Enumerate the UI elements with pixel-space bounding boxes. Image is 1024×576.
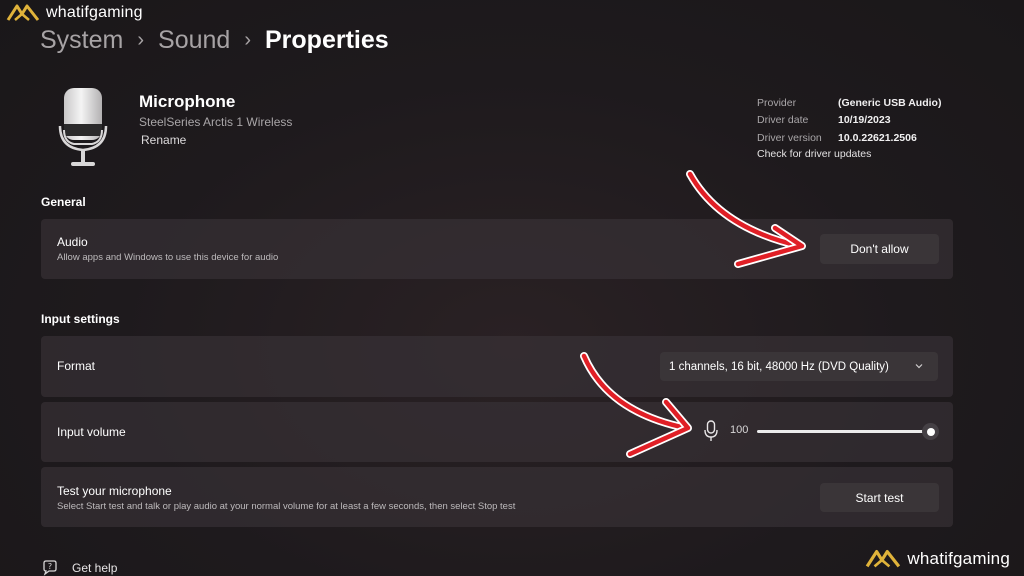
help-icon: ?: [43, 560, 57, 576]
driver-provider-row: Provider (Generic USB Audio): [757, 94, 941, 112]
microphone-device-icon: [58, 88, 108, 166]
brand-logo-icon: [6, 4, 40, 21]
driver-version-row: Driver version 10.0.22621.2506: [757, 129, 941, 147]
device-model: SteelSeries Arctis 1 Wireless: [139, 115, 293, 129]
input-volume-slider-track[interactable]: [757, 430, 931, 433]
input-volume-label: Input volume: [57, 425, 126, 439]
format-label: Format: [57, 359, 96, 373]
breadcrumb-system[interactable]: System: [40, 26, 123, 55]
svg-text:?: ?: [48, 562, 52, 571]
dont-allow-button[interactable]: Don't allow: [820, 234, 939, 264]
rename-link[interactable]: Rename: [141, 133, 186, 147]
chevron-down-icon: [915, 364, 923, 369]
audio-description: Allow apps and Windows to use this devic…: [57, 252, 279, 263]
format-card: Format 1 channels, 16 bit, 48000 Hz (DVD…: [41, 336, 953, 397]
driver-date-value: 10/19/2023: [838, 114, 891, 127]
driver-version-value: 10.0.22621.2506: [838, 131, 917, 144]
driver-info: Provider (Generic USB Audio) Driver date…: [757, 94, 941, 160]
input-volume-slider-thumb[interactable]: [922, 423, 939, 440]
test-microphone-description: Select Start test and talk or play audio…: [57, 501, 516, 512]
driver-date-label: Driver date: [757, 114, 809, 127]
driver-version-label: Driver version: [757, 131, 822, 144]
watermark-text: whatifgaming: [46, 4, 143, 21]
format-selected-value: 1 channels, 16 bit, 48000 Hz (DVD Qualit…: [669, 360, 889, 373]
brand-logo-icon: [866, 549, 901, 568]
watermark-text: whatifgaming: [907, 549, 1010, 568]
check-driver-updates-link[interactable]: Check for driver updates: [757, 148, 941, 160]
device-name: Microphone: [139, 92, 236, 111]
page-title: Properties: [265, 26, 389, 54]
driver-date-row: Driver date 10/19/2023: [757, 112, 941, 130]
watermark-logo-bottom: whatifgaming: [865, 548, 1010, 570]
breadcrumb-sound[interactable]: Sound: [158, 26, 230, 55]
get-help-label: Get help: [72, 561, 118, 575]
driver-provider-label: Provider: [757, 96, 797, 109]
chevron-right-icon: ›: [244, 29, 251, 51]
microphone-icon[interactable]: [703, 419, 719, 443]
section-title-input-settings: Input settings: [41, 312, 120, 326]
chevron-right-icon: ›: [137, 29, 145, 51]
test-microphone-title: Test your microphone: [57, 484, 172, 498]
start-test-button[interactable]: Start test: [820, 483, 939, 512]
audio-card: Audio Allow apps and Windows to use this…: [41, 219, 953, 279]
breadcrumb: System › Sound › Properties: [40, 26, 389, 55]
section-title-general: General: [41, 195, 86, 209]
input-volume-card: Input volume 100: [41, 402, 953, 462]
driver-provider-value: (Generic USB Audio): [838, 96, 942, 109]
test-microphone-card: Test your microphone Select Start test a…: [41, 467, 953, 527]
format-dropdown[interactable]: 1 channels, 16 bit, 48000 Hz (DVD Qualit…: [660, 352, 938, 381]
audio-title: Audio: [57, 235, 88, 249]
watermark-logo-top: whatifgaming: [6, 3, 143, 23]
input-volume-value: 100: [730, 424, 749, 436]
get-help-link[interactable]: ? Get help: [41, 559, 117, 576]
